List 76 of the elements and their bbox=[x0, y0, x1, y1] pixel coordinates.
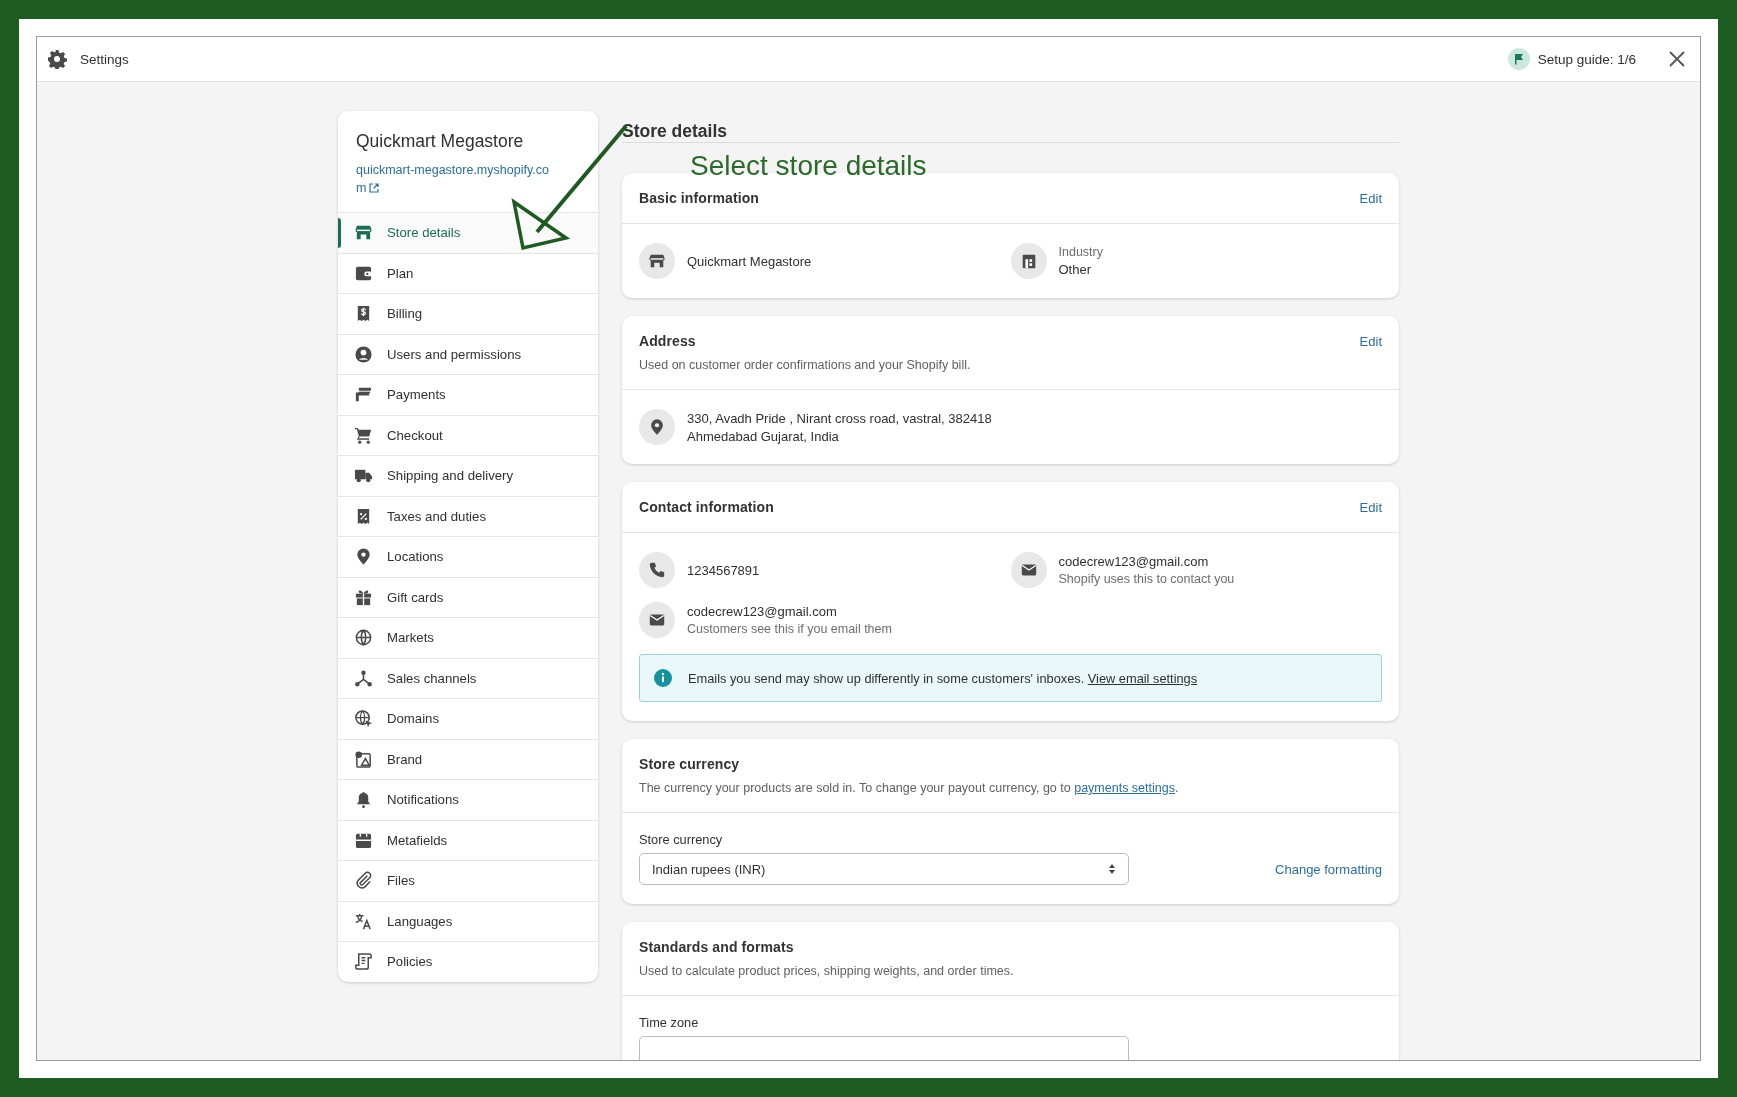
flag-icon bbox=[1507, 48, 1530, 70]
settings-gear-icon bbox=[47, 49, 67, 69]
sidebar-item[interactable]: Shipping and delivery bbox=[338, 455, 598, 496]
sidebar-item[interactable]: Files bbox=[338, 860, 598, 901]
section-title: Basic information bbox=[639, 190, 759, 206]
sidebar-item[interactable]: Metafields bbox=[338, 819, 598, 860]
field-value: Other bbox=[1058, 262, 1092, 277]
scroll-document-icon bbox=[354, 952, 373, 972]
section-description: Used on customer order confirmations and your Shopify bill. bbox=[639, 358, 972, 372]
envelope-badge-icon bbox=[639, 602, 675, 638]
sidebar-item[interactable]: Store details bbox=[338, 212, 598, 253]
section-description: The currency your products are sold in. To change your payout currency, go to payments settings. bbox=[639, 781, 1180, 795]
section-title: Store currency bbox=[639, 756, 740, 772]
store-url-link[interactable]: quickmart-megastore.myshopify.com bbox=[356, 161, 556, 197]
payments-settings-link[interactable]: payments settings bbox=[1074, 781, 1175, 795]
sidebar-item[interactable]: Users and permissions bbox=[338, 333, 598, 374]
change-formatting-link[interactable]: Change formatting bbox=[1275, 861, 1382, 877]
field-value: Quickmart Megastore bbox=[687, 253, 812, 269]
info-icon bbox=[654, 669, 672, 687]
store-name: Quickmart Megastore bbox=[356, 131, 525, 152]
sidebar-item[interactable]: Brand bbox=[338, 738, 598, 779]
edit-link[interactable]: Edit bbox=[1359, 333, 1382, 349]
sidebar-item[interactable]: Domains bbox=[338, 698, 598, 739]
field-label: Industry bbox=[1058, 245, 1103, 259]
edit-link[interactable]: Edit bbox=[1359, 190, 1382, 206]
image-frame-icon bbox=[354, 749, 373, 769]
sidebar-item[interactable]: Plan bbox=[338, 252, 598, 293]
store-badge-icon bbox=[639, 243, 675, 279]
setup-guide-button[interactable]: Setup guide: 1/6 bbox=[1503, 46, 1640, 72]
section-title: Address bbox=[639, 333, 696, 349]
address-line: 330, Avadh Pride , Nirant cross road, vastral, 382418 bbox=[687, 410, 992, 426]
email-address: codecrew123@gmail.com bbox=[1058, 554, 1210, 569]
field-label: Store currency bbox=[639, 832, 724, 847]
section-title: Contact information bbox=[639, 499, 774, 515]
sidebar-item[interactable]: Gift cards bbox=[338, 576, 598, 617]
sidebar-item[interactable]: Billing bbox=[338, 293, 598, 334]
section-title: Standards and formats bbox=[639, 939, 794, 955]
sidebar-item[interactable]: Policies bbox=[338, 941, 598, 982]
field-label: Time zone bbox=[639, 1015, 700, 1030]
external-link-icon bbox=[369, 183, 380, 193]
location-pin-icon bbox=[354, 547, 373, 567]
sidebar-item[interactable]: Payments bbox=[338, 374, 598, 415]
window-title: Settings bbox=[80, 51, 129, 67]
sidebar-item[interactable]: Taxes and duties bbox=[338, 495, 598, 536]
sidebar-item[interactable]: Notifications bbox=[338, 779, 598, 820]
currency-select[interactable]: Indian rupees (INR) bbox=[639, 853, 1129, 885]
person-icon bbox=[354, 344, 373, 364]
translate-icon bbox=[354, 911, 373, 931]
location-pin-badge-icon bbox=[639, 409, 675, 445]
edit-link[interactable]: Edit bbox=[1359, 499, 1382, 515]
sidebar-item[interactable]: Sales channels bbox=[338, 657, 598, 698]
section-description: Used to calculate product prices, shipping weights, and order times. bbox=[639, 964, 1015, 978]
globe-cursor-icon bbox=[354, 709, 373, 729]
sidebar-item[interactable]: Checkout bbox=[338, 414, 598, 455]
globe-icon bbox=[354, 628, 373, 648]
network-nodes-icon bbox=[354, 668, 373, 688]
annotation-text: Select store details bbox=[690, 150, 927, 182]
banner-text: Emails you send may show up differently in some customers' inboxes. View email settings bbox=[688, 670, 1198, 686]
page-title: Store details bbox=[622, 121, 728, 141]
address-line: Ahmedabad Gujarat, India bbox=[687, 428, 840, 444]
building-badge-icon bbox=[1010, 243, 1047, 279]
cart-icon bbox=[354, 425, 373, 445]
email-address: codecrew123@gmail.com bbox=[687, 604, 838, 619]
sidebar-item[interactable]: Markets bbox=[338, 617, 598, 658]
updown-caret-icon bbox=[1108, 863, 1116, 875]
paperclip-icon bbox=[354, 871, 373, 891]
envelope-badge-icon bbox=[1010, 552, 1047, 588]
view-email-settings-link[interactable]: View email settings bbox=[1087, 670, 1198, 686]
phone-badge-icon bbox=[639, 552, 675, 588]
bell-icon bbox=[354, 790, 373, 810]
contact-note: Customers see this if you email them bbox=[687, 622, 892, 636]
sidebar-item[interactable]: Languages bbox=[338, 900, 598, 941]
close-button[interactable] bbox=[1668, 50, 1686, 68]
phone-number: 1234567891 bbox=[687, 562, 760, 578]
sidebar-item[interactable]: Locations bbox=[338, 536, 598, 577]
contact-note: Shopify uses this to contact you bbox=[1058, 572, 1235, 586]
